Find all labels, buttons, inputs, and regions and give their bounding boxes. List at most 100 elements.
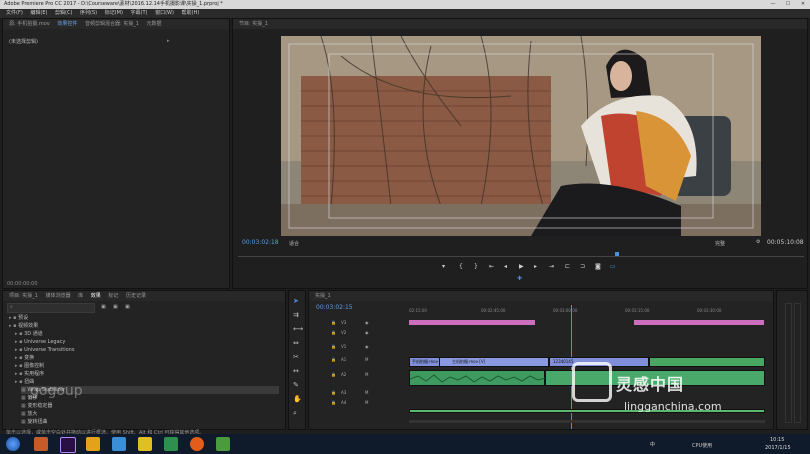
track-header[interactable]: 🔒 A2 M [331,372,407,381]
effect-item[interactable]: ▦ 变形稳定器 [21,402,279,410]
effect-folder[interactable]: ▸ ▪ 变换 [15,354,279,362]
taskbar-firefox-icon[interactable] [190,437,204,451]
overwrite-icon[interactable]: ⊐ [580,263,585,270]
track-header[interactable]: 🔒 A4 M [331,400,407,409]
tab-source[interactable]: 源: 手机拍摄.mov [9,21,50,27]
lock-icon[interactable]: 🔒 [331,390,336,395]
lock-icon[interactable]: 🔒 [331,344,336,349]
insert-icon[interactable]: ⊏ [565,263,570,270]
step-back-icon[interactable]: ◂ [504,263,507,270]
go-to-in-icon[interactable]: ⇤ [489,263,494,270]
menu-marker[interactable]: 标记(M) [105,10,123,16]
program-playhead[interactable] [615,252,619,256]
track-name[interactable]: A4 [341,400,346,405]
yuv-effects-icon[interactable]: ▣ [125,304,130,310]
maximize-icon[interactable]: ☐ [781,0,795,9]
taskbar-explorer-icon[interactable] [86,437,100,451]
program-scrub-bar[interactable] [238,256,804,257]
tab-libraries[interactable]: 库 [78,293,83,299]
lock-icon[interactable]: 🔒 [331,357,336,362]
tab-project[interactable]: 项目: 实操_1 [9,293,38,299]
rolling-edit-icon[interactable]: ⇔ [293,339,299,347]
lock-icon[interactable]: 🔒 [331,330,336,335]
panel-arrow-icon[interactable]: ▸ [167,38,170,44]
eye-icon[interactable]: ◉ [365,320,369,325]
start-button-icon[interactable] [6,437,20,451]
accelerated-effects-icon[interactable]: ▣ [101,304,106,310]
effect-folder[interactable]: ▸ ▪ Universe Legacy [15,338,279,346]
quality-dropdown[interactable]: 完整 [715,240,725,247]
zoom-tool-icon[interactable]: ⌕ [293,409,297,418]
effect-folder[interactable]: ▸ ▪ 预设 [9,314,279,322]
track-name[interactable]: V2 [341,330,346,335]
lock-icon[interactable]: 🔒 [331,320,336,325]
track-header[interactable]: 🔒 V3 ◉ [331,320,407,329]
track-header[interactable]: 🔒 A3 M [331,390,407,399]
close-icon[interactable]: ✕ [796,0,810,9]
taskbar-app-8-icon[interactable] [216,437,230,451]
track-name[interactable]: V3 [341,320,346,325]
fit-dropdown[interactable]: 适合 [289,240,299,247]
track-name[interactable]: A1 [341,357,346,362]
lock-icon[interactable]: 🔒 [331,400,336,405]
marker-icon[interactable]: ▾ [442,263,445,270]
menu-help[interactable]: 帮助(H) [182,10,200,16]
wrench-icon[interactable]: ⚙ [756,239,760,245]
tab-markers[interactable]: 标记 [108,293,118,299]
menu-window[interactable]: 窗口(W) [155,10,174,16]
razor-tool-icon[interactable]: ✂ [293,353,299,361]
input-method-indicator[interactable]: 中 [650,441,655,448]
tab-history[interactable]: 历史记录 [126,293,146,299]
track-name[interactable]: A2 [341,372,346,377]
tab-program[interactable]: 节目: 实操_1 [239,21,268,27]
work-area-bar-right[interactable] [634,320,764,325]
clip-v1-b[interactable]: 主机拍摄.mov [V] [439,357,549,367]
effect-folder[interactable]: ▸ ▪ 3D 通道 [15,330,279,338]
go-to-out-icon[interactable]: ⇥ [549,263,554,270]
eye-icon[interactable]: ◉ [365,330,369,335]
pen-tool-icon[interactable]: ✎ [293,381,299,389]
tab-effect-controls[interactable]: 效果控件 [57,21,77,27]
taskbar-premiere-icon[interactable] [60,437,76,453]
tab-sequence[interactable]: 实操_1 [315,293,331,299]
menu-clip[interactable]: 剪辑(C) [55,10,72,16]
minimize-icon[interactable]: — [766,0,780,9]
effect-folder[interactable]: ▸ ▪ 视频效果 [9,322,279,330]
track-header[interactable]: 🔒 V1 ◉ [331,344,407,353]
effect-folder[interactable]: ▸ ▪ Universe Transitions [15,346,279,354]
mute-icon[interactable]: M [365,357,368,362]
track-select-icon[interactable]: ⇉ [293,311,299,319]
timeline-scrollbar[interactable] [409,420,765,423]
track-name[interactable]: V1 [341,344,346,349]
hand-tool-icon[interactable]: ✋ [293,395,302,403]
track-header[interactable]: 🔒 V2 ◉ [331,330,407,339]
menu-title[interactable]: 字幕(T) [131,10,148,16]
selection-tool-icon[interactable]: ➤ [293,297,299,305]
safe-margins-icon[interactable]: ▭ [610,263,616,270]
clip-v1-green[interactable] [649,357,765,367]
menu-sequence[interactable]: 序列(S) [80,10,97,16]
program-timecode[interactable]: 00:03:02:18 [242,239,279,246]
button-editor-icon[interactable]: ✚ [517,275,522,282]
eye-icon[interactable]: ◉ [365,344,369,349]
export-frame-icon[interactable]: ◙ [595,263,601,270]
ripple-edit-icon[interactable]: ⟷ [293,325,303,333]
32bit-effects-icon[interactable]: ▣ [113,304,118,310]
mute-icon[interactable]: M [365,400,368,405]
taskbar-app-1-icon[interactable] [34,437,48,451]
menu-file[interactable]: 文件(F) [6,10,23,16]
effect-item[interactable]: ▦ 放大 [21,410,279,418]
work-area-bar-left[interactable] [409,320,535,325]
effects-search-input[interactable]: ⌕ [7,303,95,313]
effect-folder[interactable]: ▸ ▪ 图像控制 [15,362,279,370]
step-forward-icon[interactable]: ▸ [534,263,537,270]
taskbar-app-4-icon[interactable] [112,437,126,451]
mute-icon[interactable]: M [365,390,368,395]
tab-audio-mixer[interactable]: 音频剪辑混合器: 实操_1 [85,21,139,27]
play-icon[interactable]: ▶ [519,263,524,270]
track-name[interactable]: A3 [341,390,346,395]
menu-edit[interactable]: 编辑(E) [30,10,47,16]
slip-tool-icon[interactable]: ↔ [293,367,299,375]
mark-out-icon[interactable]: } [474,263,478,270]
track-header[interactable]: 🔒 A1 M [331,357,407,366]
